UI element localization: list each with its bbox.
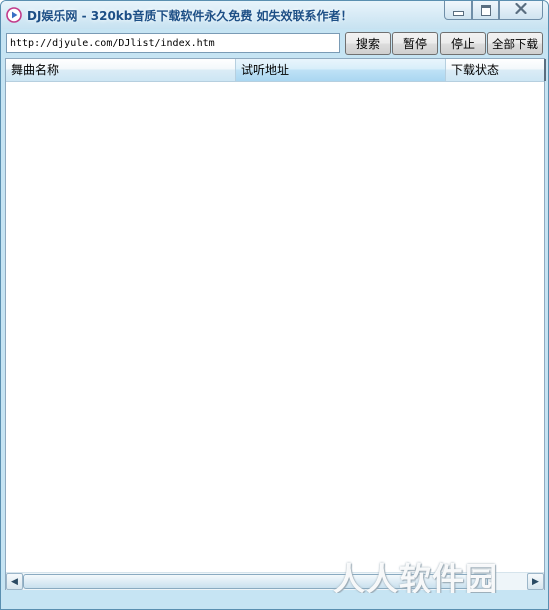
close-button[interactable]	[499, 1, 543, 20]
url-input[interactable]	[6, 33, 340, 53]
pause-button[interactable]: 暂停	[392, 32, 438, 55]
download-all-button[interactable]: 全部下载	[487, 32, 543, 55]
minimize-icon	[452, 10, 464, 16]
list-header: 舞曲名称 试听地址 下载状态	[6, 59, 546, 82]
search-button[interactable]: 搜索	[345, 32, 391, 55]
app-window: DJ娱乐网 - 320kb音质下载软件永久免费 如失效联系作者！ 搜索 暂停 停…	[0, 0, 549, 610]
column-header-download-status[interactable]: 下载状态	[446, 59, 546, 81]
play-circle-icon	[6, 7, 22, 23]
song-list[interactable]: 舞曲名称 试听地址 下载状态 ◀ ▶	[5, 58, 546, 590]
scroll-left-arrow-icon[interactable]: ◀	[6, 573, 23, 590]
scrollbar-thumb[interactable]	[23, 574, 488, 589]
status-bar	[1, 593, 548, 609]
toolbar: 搜索 暂停 停止 全部下载	[6, 31, 544, 56]
window-title: DJ娱乐网 - 320kb音质下载软件永久免费 如失效联系作者！	[27, 9, 353, 23]
maximize-icon	[480, 4, 491, 16]
column-header-song-name[interactable]: 舞曲名称	[6, 59, 236, 81]
close-icon	[515, 2, 527, 17]
title-bar[interactable]: DJ娱乐网 - 320kb音质下载软件永久免费 如失效联系作者！	[1, 1, 548, 29]
horizontal-scrollbar[interactable]: ◀ ▶	[6, 572, 544, 590]
scroll-right-arrow-icon[interactable]: ▶	[527, 573, 544, 590]
minimize-button[interactable]	[444, 1, 472, 20]
stop-button[interactable]: 停止	[440, 32, 486, 55]
maximize-button[interactable]	[472, 1, 499, 20]
column-header-preview-url[interactable]: 试听地址	[236, 59, 446, 81]
